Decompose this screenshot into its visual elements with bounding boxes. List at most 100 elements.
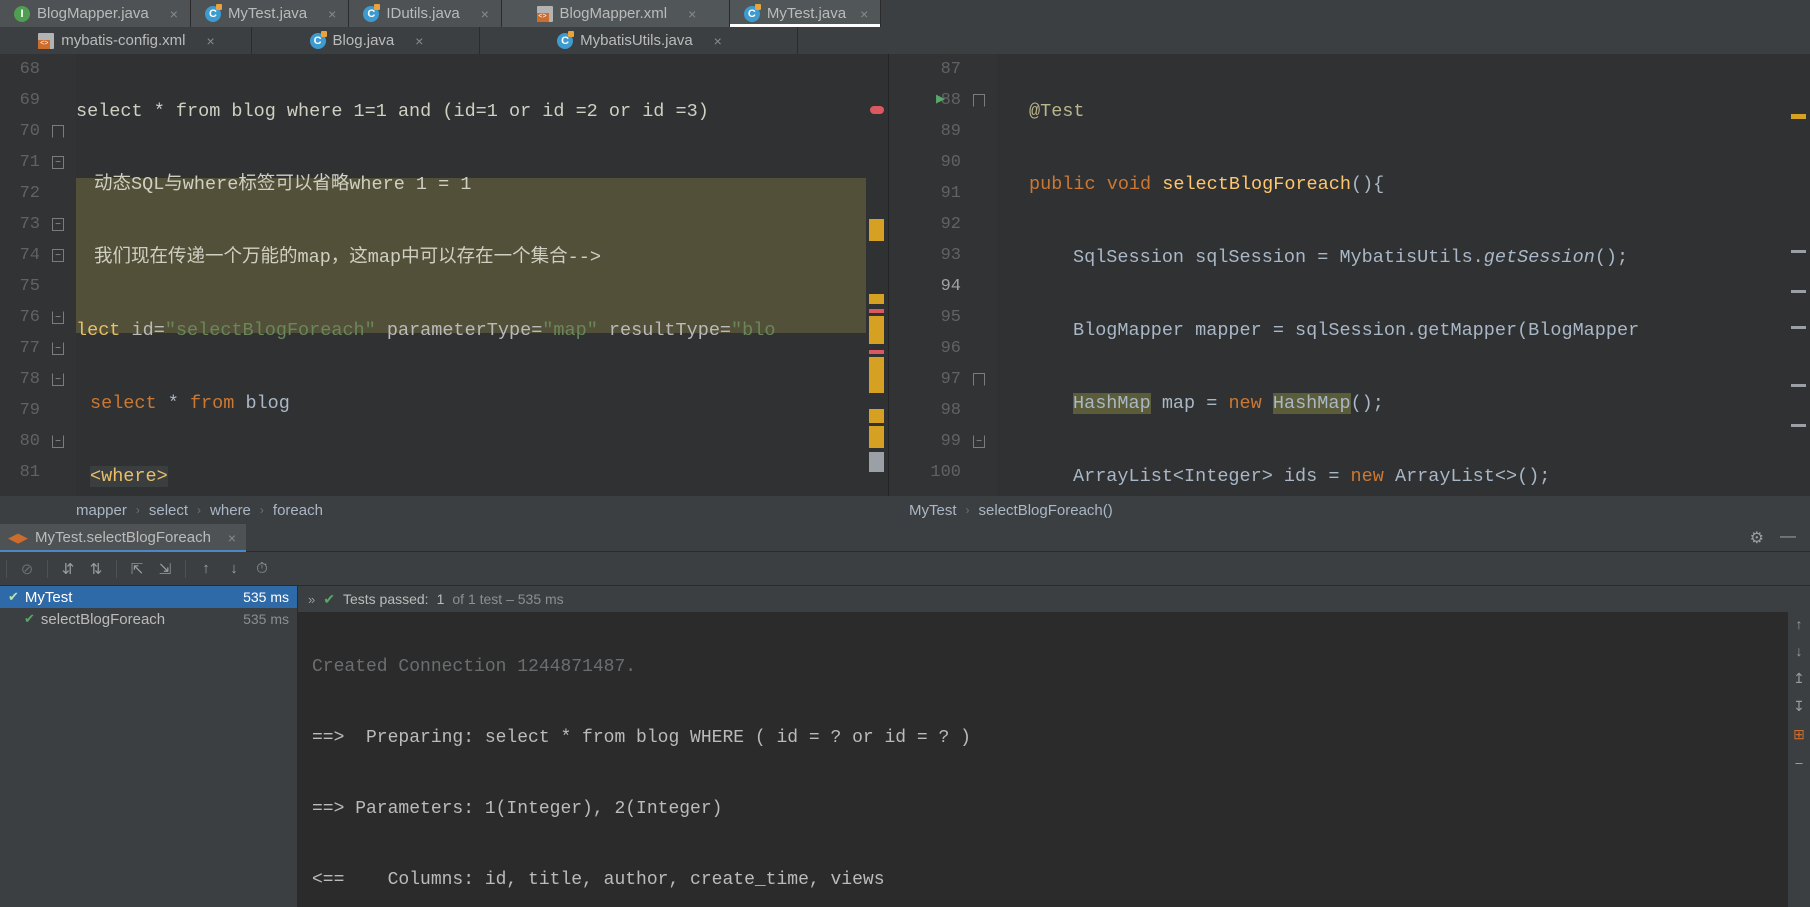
tab-mytest-java[interactable]: MyTest.java × <box>190 0 350 27</box>
run-test-gutter-icon[interactable]: ▶ <box>929 92 945 108</box>
run-tab-bar: ◀▶ MyTest.selectBlogForeach × ⚙ — <box>0 524 1810 552</box>
close-icon[interactable]: × <box>688 6 696 22</box>
info-marker[interactable] <box>1791 250 1806 253</box>
tab-blog-java[interactable]: Blog.java × <box>252 27 480 54</box>
warning-marker[interactable] <box>869 219 884 241</box>
gear-icon[interactable]: ⚙ <box>1750 528 1764 548</box>
code-text-blogmapper-xml[interactable]: select * from blog where 1=1 and (id=1 o… <box>76 54 776 524</box>
tab-idutils-java[interactable]: IDutils.java × <box>349 0 502 27</box>
chevron-right-icon: › <box>197 503 202 517</box>
code-line: lect id="selectBlogForeach" parameterTyp… <box>76 320 776 341</box>
gutter-line: 97 <box>889 364 997 395</box>
scroll-up-icon[interactable]: ↑ <box>1796 616 1803 632</box>
breadcrumb-item-foreach[interactable]: foreach <box>273 502 323 519</box>
fold-icon[interactable]: − <box>52 373 64 386</box>
print-icon[interactable]: ⊞ <box>1793 726 1805 743</box>
info-marker[interactable] <box>1791 326 1806 329</box>
close-icon[interactable]: × <box>207 33 215 49</box>
fold-icon[interactable]: − <box>52 311 64 324</box>
soft-wrap-icon[interactable]: ↥ <box>1793 670 1805 687</box>
close-icon[interactable]: × <box>415 33 423 49</box>
fold-icon[interactable]: − <box>52 156 64 169</box>
close-icon[interactable]: × <box>170 6 178 22</box>
java-class-icon <box>309 30 327 49</box>
fold-icon[interactable]: − <box>52 435 64 448</box>
test-tree-row-mytest[interactable]: ✔ MyTest 535 ms <box>0 586 297 608</box>
minimize-icon[interactable]: — <box>1780 528 1796 548</box>
warning-marker[interactable] <box>869 316 884 344</box>
gutter-line: 72 <box>19 184 40 203</box>
sort-by-duration-button[interactable]: ⇅ <box>82 555 110 583</box>
previous-failed-test-button[interactable]: ↑ <box>192 555 220 583</box>
run-tab-mytest-selectblogforeach[interactable]: ◀▶ MyTest.selectBlogForeach × <box>0 524 247 552</box>
fold-icon[interactable]: − <box>52 218 64 231</box>
warning-marker[interactable] <box>1791 114 1806 119</box>
test-results-tree[interactable]: ✔ MyTest 535 ms ✔ selectBlogForeach 535 … <box>0 586 297 907</box>
next-failed-test-button[interactable]: ↓ <box>220 555 248 583</box>
close-icon[interactable]: × <box>481 6 489 22</box>
tab-mybatisutils-java[interactable]: MybatisUtils.java × <box>480 27 798 54</box>
gutter-line: 70 <box>0 116 76 147</box>
breadcrumb-item-where[interactable]: where <box>210 502 251 519</box>
warning-marker[interactable] <box>869 357 884 393</box>
editor-split-area: 68 69 70 71− 72 73− 74− 75 76− 77− 78− 7… <box>0 54 1810 524</box>
expand-all-button[interactable]: ⇱ <box>123 555 151 583</box>
tab-blogmapper-java[interactable]: BlogMapper.java × <box>0 0 191 27</box>
run-tool-window: ◀▶ MyTest.selectBlogForeach × ⚙ — ⊘ ⇵ ⇅ … <box>0 524 1810 907</box>
fold-icon[interactable] <box>52 125 64 138</box>
test-tree-row-selectblogforeach[interactable]: ✔ selectBlogForeach 535 ms <box>0 608 297 630</box>
warning-marker[interactable] <box>869 426 884 448</box>
gutter-line: 100 <box>930 463 961 482</box>
line-number-gutter-left[interactable]: 68 69 70 71− 72 73− 74− 75 76− 77− 78− 7… <box>0 54 76 524</box>
sort-alphabetically-button[interactable]: ⇵ <box>54 555 82 583</box>
breadcrumb-item-select[interactable]: select <box>149 502 188 519</box>
breadcrumb-item-mytest[interactable]: MyTest <box>909 502 957 519</box>
warning-marker[interactable] <box>869 294 884 304</box>
fold-icon[interactable]: − <box>973 435 985 448</box>
line-number-gutter-right[interactable]: 87 88 ▶ 89 90 91 92 93 94 95 96 97 98 99… <box>889 54 997 524</box>
gutter-line: 81 <box>19 463 40 482</box>
interface-icon <box>14 5 30 22</box>
error-marker[interactable] <box>869 309 884 313</box>
gutter-line: 80− <box>0 426 76 457</box>
info-marker[interactable] <box>1791 424 1806 427</box>
close-icon[interactable]: × <box>714 33 722 49</box>
test-duration: 535 ms <box>243 611 289 627</box>
warning-marker[interactable] <box>869 409 884 423</box>
info-marker[interactable] <box>1791 384 1806 387</box>
console-output[interactable]: Created Connection 1244871487. ==> Prepa… <box>298 612 1788 907</box>
code-text-mytest-java[interactable]: @Test public void selectBlogForeach(){ S… <box>997 54 1810 524</box>
tab-blogmapper-xml[interactable]: BlogMapper.xml × <box>501 0 730 27</box>
test-history-button[interactable]: ⏱ <box>248 555 276 583</box>
gutter-line: 73− <box>0 209 76 240</box>
gutter-line: 95 <box>940 308 961 327</box>
expand-chevrons-icon[interactable]: » <box>308 592 315 607</box>
clear-all-icon[interactable]: ⎯ <box>1796 754 1803 771</box>
error-marker[interactable] <box>869 350 884 354</box>
toggle-auto-test-button[interactable]: ⊘ <box>13 555 41 583</box>
fold-icon[interactable]: − <box>52 249 64 262</box>
close-icon[interactable]: × <box>228 530 236 546</box>
fold-icon[interactable] <box>973 373 985 386</box>
collapse-all-button[interactable]: ⇲ <box>151 555 179 583</box>
breadcrumb-item-selectblogforeach[interactable]: selectBlogForeach() <box>979 502 1113 519</box>
editor-pane-mytest-java[interactable]: 87 88 ▶ 89 90 91 92 93 94 95 96 97 98 99… <box>888 54 1810 524</box>
gutter-line: 94 <box>940 277 961 296</box>
close-icon[interactable]: × <box>328 6 336 22</box>
gutter-line: 76− <box>0 302 76 333</box>
tab-mytest-java-right[interactable]: MyTest.java × <box>729 0 882 27</box>
breadcrumb-item-mapper[interactable]: mapper <box>76 502 127 519</box>
info-marker[interactable] <box>869 452 884 472</box>
scroll-to-end-icon[interactable]: ↧ <box>1793 698 1805 715</box>
error-stripe-right[interactable] <box>1788 54 1810 524</box>
error-stripe-left[interactable] <box>866 54 888 524</box>
info-marker[interactable] <box>1791 290 1806 293</box>
scroll-down-icon[interactable]: ↓ <box>1796 643 1803 659</box>
fold-icon[interactable]: − <box>52 342 64 355</box>
fold-icon[interactable] <box>973 94 985 107</box>
close-icon[interactable]: × <box>860 6 868 22</box>
editor-pane-blogmapper-xml[interactable]: 68 69 70 71− 72 73− 74− 75 76− 77− 78− 7… <box>0 54 888 524</box>
run-tab-label: MyTest.selectBlogForeach <box>35 529 211 546</box>
tab-mybatis-config-xml[interactable]: mybatis-config.xml × <box>0 27 252 54</box>
error-marker[interactable] <box>870 106 884 114</box>
